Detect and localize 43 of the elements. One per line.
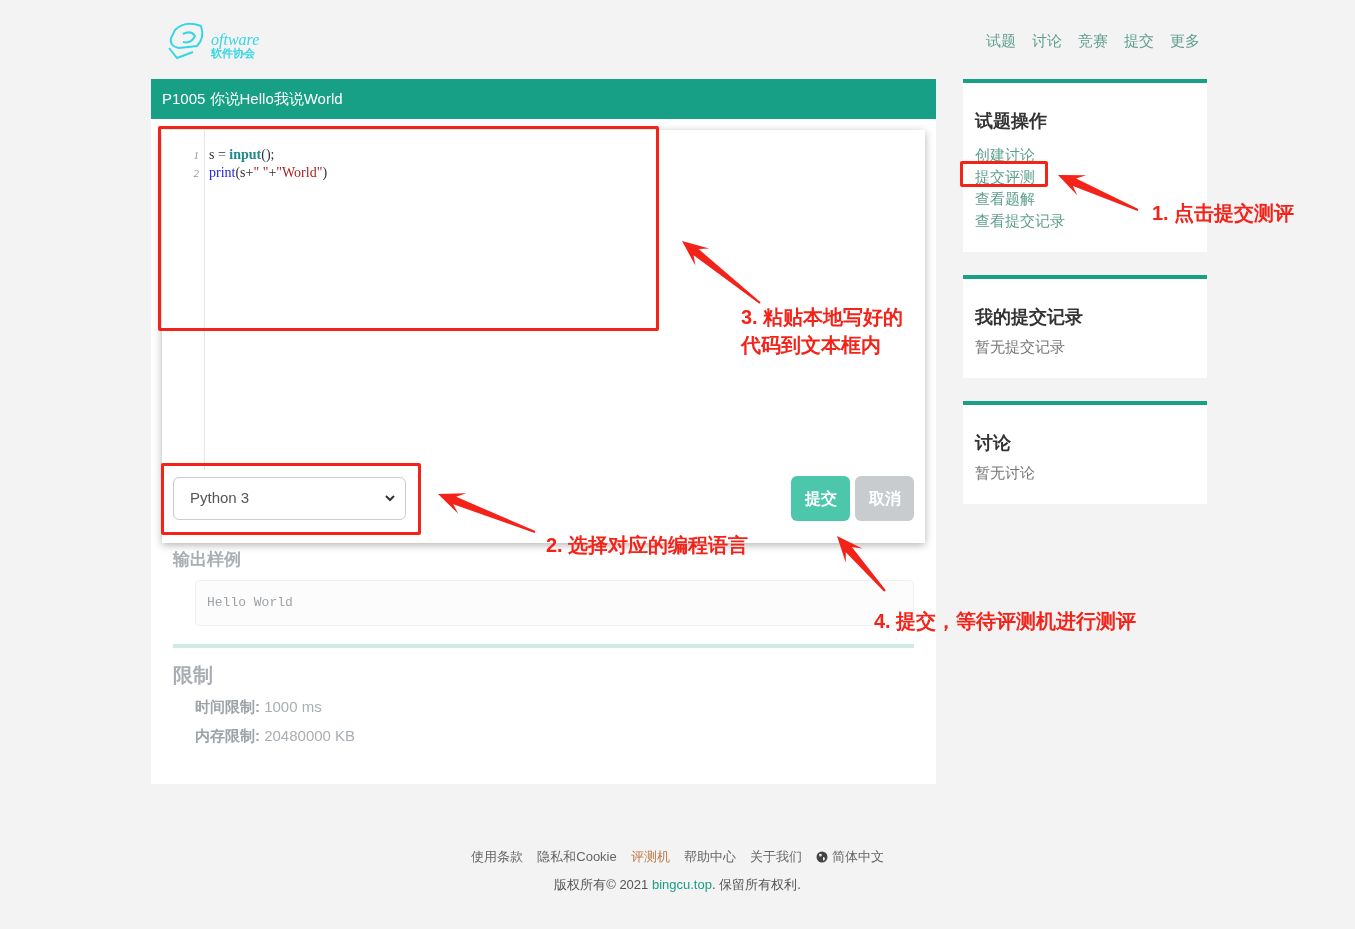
sidebar-link[interactable]: 提交评测 bbox=[975, 166, 1035, 188]
submit-button[interactable]: 提交 bbox=[791, 476, 850, 521]
footer-link[interactable]: 帮助中心 bbox=[683, 847, 736, 867]
section-heading: 限制 bbox=[173, 663, 213, 688]
nav-link[interactable]: 提交 bbox=[1124, 30, 1154, 53]
footer-link[interactable]: 关于我们 bbox=[749, 847, 802, 867]
code-line: print(s+" "+"World") bbox=[209, 164, 328, 182]
annotation-text: 2. 选择对应的编程语言 bbox=[546, 533, 749, 558]
globe-icon bbox=[815, 850, 828, 863]
logo-subtitle: 软件协会 bbox=[211, 47, 255, 59]
language-link[interactable]: 简体中文 bbox=[815, 847, 884, 867]
line-number: 1 bbox=[193, 148, 199, 163]
annotation-text: 1. 点击提交测评 bbox=[1152, 201, 1295, 226]
site-link[interactable]: bingcu.top bbox=[651, 876, 712, 892]
card-title: 讨论 bbox=[975, 432, 1012, 455]
subheading: 输出样例 bbox=[173, 549, 241, 571]
nav-link[interactable]: 讨论 bbox=[1032, 30, 1062, 53]
logo[interactable]: oftware 软件协会 bbox=[165, 17, 260, 62]
annotation-text: 4. 提交，等待评测机进行测评 bbox=[874, 609, 1137, 634]
empty-text: 暂无讨论 bbox=[975, 463, 1036, 483]
problem-title-bar: P1005 你说Hello我说World bbox=[151, 79, 936, 119]
copyright-text: 版权所有© 2021 bingcu.top. 保留所有权利. bbox=[554, 875, 801, 894]
sidebar-link[interactable]: 查看提交记录 bbox=[975, 210, 1065, 232]
line-number: 2 bbox=[193, 166, 199, 181]
nav-link[interactable]: 竞赛 bbox=[1078, 30, 1108, 53]
logo-script: oftware bbox=[211, 31, 260, 48]
nav-link[interactable]: 更多 bbox=[1170, 30, 1200, 53]
limit-text: 内存限制: 20480000 KB bbox=[195, 726, 356, 746]
footer-link[interactable]: 隐私和Cookie bbox=[537, 847, 617, 867]
footer-link[interactable]: 使用条款 bbox=[471, 847, 524, 867]
annotation-text: 3. 粘贴本地写好的代码到文本框内 bbox=[741, 305, 905, 358]
chevron-down-icon bbox=[385, 495, 395, 502]
empty-text: 暂无提交记录 bbox=[975, 337, 1066, 357]
card-title: 我的提交记录 bbox=[975, 306, 1084, 329]
code-line: s = input(); bbox=[209, 146, 276, 164]
nav-link[interactable]: 试题 bbox=[986, 30, 1016, 53]
language-select[interactable]: Python 3 bbox=[173, 477, 406, 520]
footer-link[interactable]: 评测机 bbox=[630, 847, 670, 867]
card-title: 试题操作 bbox=[975, 110, 1048, 133]
limit-text: 时间限制: 1000 ms bbox=[195, 697, 322, 717]
sidebar-link[interactable]: 查看题解 bbox=[975, 188, 1035, 210]
arrow bbox=[837, 536, 886, 592]
sidebar-link[interactable]: 创建讨论 bbox=[975, 144, 1035, 166]
